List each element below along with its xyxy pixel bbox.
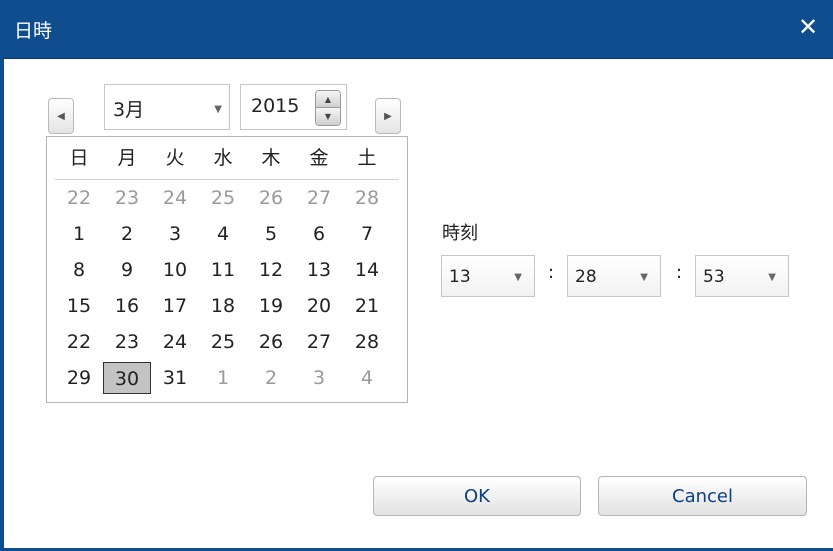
calendar-day[interactable]: 2 xyxy=(103,218,151,250)
year-spinner[interactable]: 2015 ▲ ▼ xyxy=(240,84,347,130)
triangle-right-icon: ▶ xyxy=(384,110,392,122)
calendar-day[interactable]: 19 xyxy=(247,290,295,322)
calendar-day[interactable]: 25 xyxy=(199,182,247,214)
weekday-label: 水 xyxy=(213,147,233,169)
calendar-day[interactable]: 1 xyxy=(199,362,247,394)
time-label: 時刻 xyxy=(442,223,478,244)
minute-value: 28 xyxy=(575,267,597,287)
calendar-day[interactable]: 4 xyxy=(343,362,391,394)
hour-select[interactable]: 13 ▼ xyxy=(441,255,535,297)
weekday-divider xyxy=(55,179,399,180)
calendar-day[interactable]: 23 xyxy=(103,326,151,358)
chevron-down-icon: ▼ xyxy=(514,272,522,283)
time-separator: : xyxy=(548,262,555,283)
ok-button[interactable]: OK xyxy=(373,476,581,516)
weekday-label: 土 xyxy=(357,147,377,169)
weekday-label: 月 xyxy=(117,147,137,169)
spin-down-icon[interactable]: ▼ xyxy=(316,108,340,125)
calendar-grid: 日月火水木金土 22 23 24 25 26 27 28 1 2 3 4 5 6 7 8 9 10 11 12 13 1… xyxy=(46,136,408,403)
chevron-down-icon: ▼ xyxy=(214,104,222,115)
calendar-day[interactable]: 9 xyxy=(103,254,151,286)
calendar-day[interactable]: 21 xyxy=(343,290,391,322)
calendar-day[interactable]: 24 xyxy=(151,326,199,358)
weekday-label: 木 xyxy=(261,147,281,169)
triangle-left-icon: ◀ xyxy=(57,110,65,122)
spin-up-icon[interactable]: ▲ xyxy=(316,91,340,108)
calendar-day[interactable]: 30 xyxy=(103,362,151,394)
second-value: 53 xyxy=(703,267,725,287)
dialog-left-border xyxy=(0,58,4,551)
calendar-day[interactable]: 26 xyxy=(247,326,295,358)
calendar-day[interactable]: 13 xyxy=(295,254,343,286)
calendar-day[interactable]: 29 xyxy=(55,362,103,394)
calendar-day[interactable]: 25 xyxy=(199,326,247,358)
calendar-day[interactable]: 6 xyxy=(295,218,343,250)
calendar-day[interactable]: 27 xyxy=(295,182,343,214)
calendar-day[interactable]: 31 xyxy=(151,362,199,394)
hour-value: 13 xyxy=(449,267,471,287)
calendar-day[interactable]: 1 xyxy=(55,218,103,250)
minute-select[interactable]: 28 ▼ xyxy=(567,255,661,297)
calendar-day[interactable]: 15 xyxy=(55,290,103,322)
weekday-header: 日月火水木金土 xyxy=(47,137,407,177)
calendar-day[interactable]: 7 xyxy=(343,218,391,250)
calendar-day[interactable]: 28 xyxy=(343,182,391,214)
dialog-title: 日時 xyxy=(14,20,53,42)
calendar-day[interactable]: 16 xyxy=(103,290,151,322)
calendar-day[interactable]: 28 xyxy=(343,326,391,358)
calendar-day[interactable]: 22 xyxy=(55,182,103,214)
year-value: 2015 xyxy=(251,95,300,117)
calendar-day[interactable]: 3 xyxy=(151,218,199,250)
year-spin-buttons: ▲ ▼ xyxy=(315,90,341,126)
cancel-button[interactable]: Cancel xyxy=(598,476,807,516)
calendar-day[interactable]: 27 xyxy=(295,326,343,358)
calendar-day[interactable]: 3 xyxy=(295,362,343,394)
calendar-day[interactable]: 24 xyxy=(151,182,199,214)
calendar-day[interactable]: 18 xyxy=(199,290,247,322)
calendar-day[interactable]: 14 xyxy=(343,254,391,286)
calendar-day[interactable]: 4 xyxy=(199,218,247,250)
calendar-day[interactable]: 26 xyxy=(247,182,295,214)
calendar-day[interactable]: 2 xyxy=(247,362,295,394)
calendar-day[interactable]: 20 xyxy=(295,290,343,322)
weekday-label: 金 xyxy=(309,147,329,169)
close-icon[interactable]: ✕ xyxy=(793,10,823,44)
dialog-titlebar: 日時 ✕ xyxy=(0,0,833,59)
calendar-day[interactable]: 11 xyxy=(199,254,247,286)
calendar-day[interactable]: 22 xyxy=(55,326,103,358)
chevron-down-icon: ▼ xyxy=(640,272,648,283)
second-select[interactable]: 53 ▼ xyxy=(695,255,789,297)
calendar-day[interactable]: 10 xyxy=(151,254,199,286)
next-month-button[interactable]: ▶ xyxy=(375,98,401,134)
weekday-label: 火 xyxy=(165,147,185,169)
month-select[interactable]: 3月 ▼ xyxy=(104,84,230,130)
time-separator: : xyxy=(676,262,683,283)
chevron-down-icon: ▼ xyxy=(768,272,776,283)
calendar-day[interactable]: 23 xyxy=(103,182,151,214)
month-value: 3月 xyxy=(113,99,145,121)
weekday-label: 日 xyxy=(69,147,89,169)
prev-month-button[interactable]: ◀ xyxy=(48,98,74,134)
calendar-day[interactable]: 5 xyxy=(247,218,295,250)
calendar-day[interactable]: 8 xyxy=(55,254,103,286)
calendar-day[interactable]: 12 xyxy=(247,254,295,286)
calendar-day[interactable]: 17 xyxy=(151,290,199,322)
